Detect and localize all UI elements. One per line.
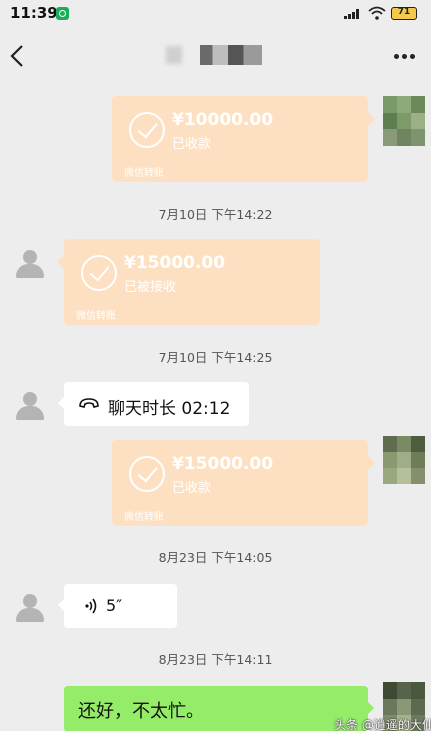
check-circle-icon — [81, 255, 117, 291]
message-text: 还好，不太忙。 — [78, 701, 204, 722]
app-notification-icon — [56, 7, 69, 20]
call-record-bubble[interactable]: 聊天时长 02:12 — [58, 382, 249, 426]
timestamp: 7月10日 下午14:25 — [158, 350, 273, 365]
chat-title-text: 张 — [166, 46, 182, 64]
text-message-bubble[interactable]: 还好，不太忙。 — [64, 686, 374, 731]
check-circle-icon — [129, 456, 165, 492]
timestamp: 8月23日 下午14:11 — [158, 652, 273, 667]
my-avatar[interactable] — [383, 436, 425, 484]
voice-wave-icon — [85, 598, 97, 614]
wifi-icon — [368, 6, 386, 20]
watermark: 头条 @逍遥的大仙 — [334, 718, 431, 731]
redacted-name — [200, 45, 262, 65]
more-options-icon[interactable] — [394, 54, 416, 60]
battery-level: 71 — [397, 7, 411, 17]
voice-duration: 5″ — [106, 596, 123, 615]
timestamp: 8月23日 下午14:05 — [158, 550, 273, 565]
battery-icon: 71 — [391, 7, 417, 20]
status-bar: 11:39 71 — [0, 0, 431, 28]
contact-avatar[interactable] — [10, 586, 50, 626]
back-icon[interactable] — [8, 43, 28, 69]
transfer-amount: ¥10000.00 — [172, 110, 274, 130]
status-time: 11:39 — [10, 4, 58, 22]
my-avatar[interactable] — [383, 96, 425, 146]
transfer-status: 已收款 — [172, 481, 212, 496]
call-duration-text: 聊天时长 02:12 — [108, 399, 231, 419]
timestamp: 7月10日 下午14:22 — [158, 207, 273, 222]
transfer-footer: 微信转账 — [124, 512, 164, 523]
contact-avatar[interactable] — [10, 384, 50, 424]
chat-header: 张 — [0, 28, 431, 86]
message-feed[interactable]: ¥10000.00 已收款 微信转账 7月10日 下午14:22 ¥15000.… — [0, 86, 431, 731]
transfer-amount: ¥15000.00 — [124, 253, 226, 273]
transfer-footer: 微信转账 — [124, 168, 164, 179]
signal-icon — [344, 9, 362, 19]
check-circle-icon — [129, 112, 165, 148]
transfer-footer: 微信转账 — [76, 311, 116, 322]
contact-avatar[interactable] — [10, 242, 50, 282]
transfer-status: 已被接收 — [124, 280, 177, 295]
transfer-card-received[interactable]: ¥10000.00 已收款 微信转账 — [112, 96, 375, 182]
transfer-amount: ¥15000.00 — [172, 454, 274, 474]
transfer-status: 已收款 — [172, 137, 212, 152]
transfer-card-received[interactable]: ¥15000.00 已收款 微信转账 — [112, 440, 375, 526]
transfer-card-accepted[interactable]: ¥15000.00 已被接收 微信转账 — [57, 239, 320, 325]
voice-message-bubble[interactable]: 5″ — [58, 584, 177, 628]
phone-icon — [79, 398, 99, 408]
